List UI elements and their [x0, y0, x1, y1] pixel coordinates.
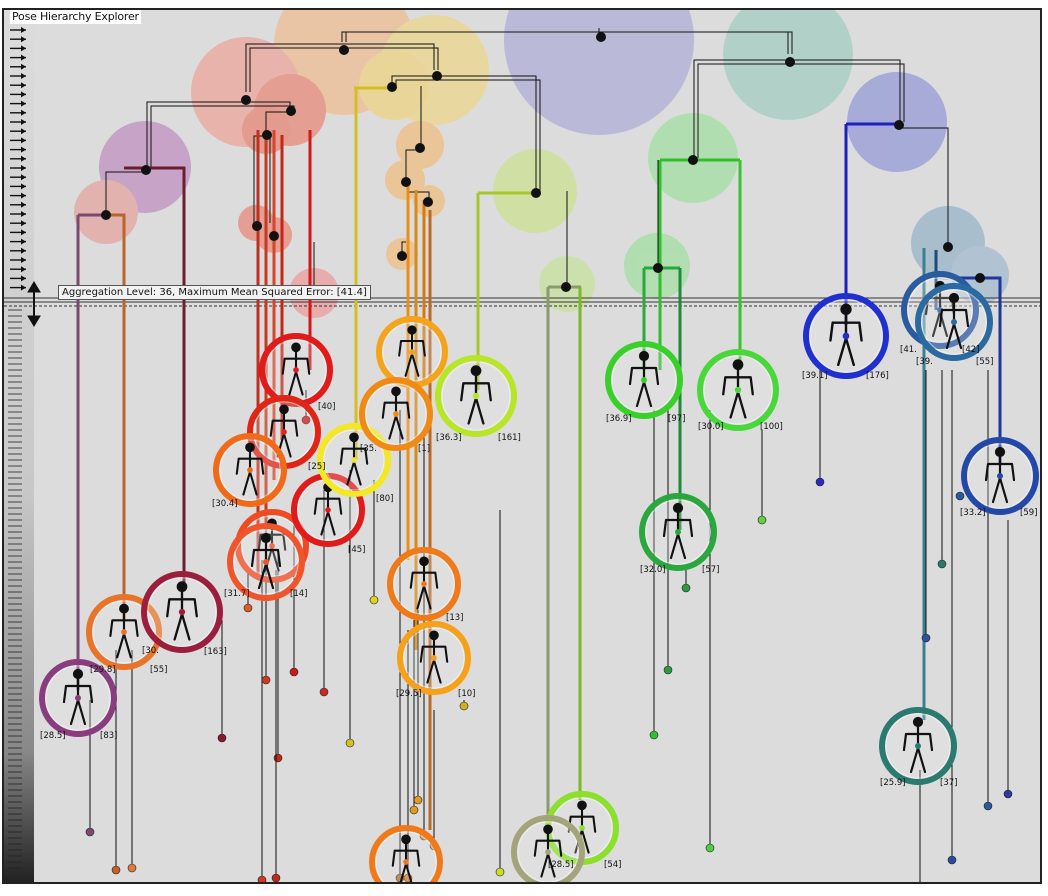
node-label: [28.5]	[548, 860, 574, 870]
node-label: [25]	[308, 462, 325, 472]
cluster-bubbles	[74, 10, 1009, 318]
node-label: [39.1]	[802, 371, 828, 381]
node-label: [13]	[446, 613, 463, 623]
node-label: [83]	[100, 731, 117, 741]
pose-node[interactable]	[605, 341, 683, 419]
node-label: [80]	[376, 494, 393, 504]
pose-node[interactable]	[141, 571, 223, 653]
node-label: [163]	[204, 647, 227, 657]
node-label: [10]	[458, 689, 475, 699]
pose-node[interactable]	[803, 293, 889, 379]
node-label: [41.	[900, 345, 917, 355]
pose-node[interactable]	[639, 493, 717, 571]
node-label: [54]	[604, 860, 621, 870]
pose-node[interactable]	[369, 825, 443, 882]
node-label: [28.5]	[40, 731, 66, 741]
node-label: [30.4]	[212, 499, 238, 509]
node-label: [25.9]	[880, 778, 906, 788]
pose-node[interactable]	[397, 621, 471, 695]
node-label: [176]	[866, 371, 889, 381]
pose-node[interactable]	[961, 437, 1039, 515]
node-label: [30.0]	[698, 422, 724, 432]
pose-hierarchy-panel: [28.5] [83] [29.8] [55] [30. [163] [40] [31.7] […	[2, 8, 1042, 884]
node-label: [97]	[668, 414, 685, 424]
node-label: [33.2]	[960, 508, 986, 518]
node-label: [39.	[916, 357, 933, 367]
node-label: [100]	[760, 422, 783, 432]
node-label: [1]	[418, 444, 430, 454]
pose-node[interactable]	[213, 433, 287, 507]
node-label: [29.8]	[90, 665, 116, 675]
node-label: [36.9]	[606, 414, 632, 424]
node-label: [161]	[498, 433, 521, 443]
node-label: [35.	[360, 444, 377, 454]
hierarchy-canvas[interactable]: [28.5] [83] [29.8] [55] [30. [163] [40] [31.7] […	[4, 10, 1040, 882]
pose-node[interactable]	[511, 815, 585, 882]
node-label: [31.7]	[224, 589, 250, 599]
node-label: [37]	[940, 778, 957, 788]
node-label: [40]	[318, 402, 335, 412]
node-label: [30.	[142, 646, 159, 656]
pose-node[interactable]	[435, 355, 517, 437]
pose-node[interactable]	[259, 333, 333, 407]
pose-node[interactable]	[879, 707, 957, 785]
pose-node[interactable]	[387, 547, 461, 621]
pose-node[interactable]	[359, 377, 433, 451]
node-label: [55]	[976, 357, 993, 367]
pose-nodes	[39, 271, 1039, 882]
node-label: [32.0]	[640, 565, 666, 575]
node-label: [36.3]	[436, 433, 462, 443]
node-label: [29.5]	[396, 689, 422, 699]
node-label: [55]	[150, 665, 167, 675]
node-label: [42]	[962, 345, 979, 355]
node-label: [45]	[348, 545, 365, 555]
node-label: [14]	[290, 589, 307, 599]
node-label: [59]	[1020, 508, 1037, 518]
pose-node[interactable]	[376, 316, 448, 388]
pose-node[interactable]	[227, 523, 305, 601]
pose-node[interactable]	[697, 349, 779, 431]
node-label: [57]	[702, 565, 719, 575]
aggregation-level-label: Aggregation Level: 36, Maximum Mean Squa…	[58, 285, 371, 300]
window-title: Pose Hierarchy Explorer	[10, 10, 141, 24]
